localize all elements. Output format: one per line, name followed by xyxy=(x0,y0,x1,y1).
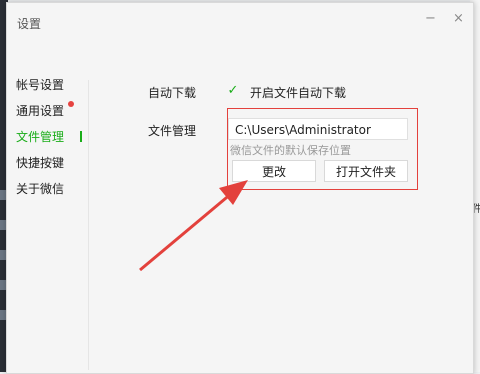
annotation-arrow-icon xyxy=(139,180,248,272)
